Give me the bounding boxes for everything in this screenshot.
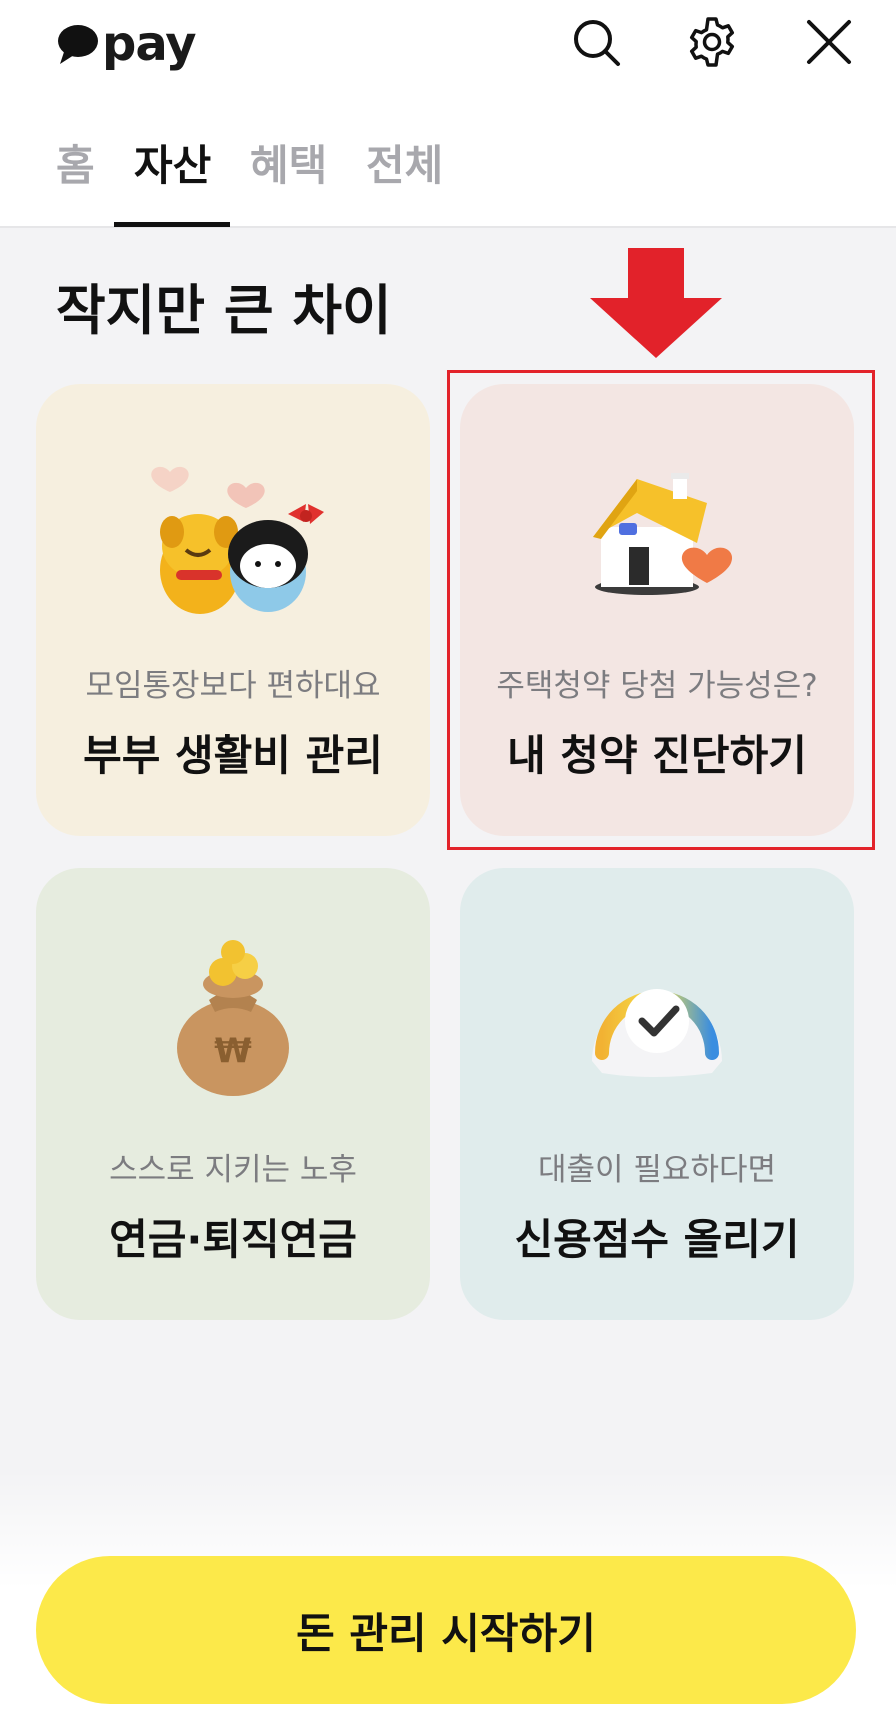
logo-text: pay [102, 16, 197, 72]
card-title: 부부 생활비 관리 [83, 731, 383, 780]
tab-assets[interactable]: 자산 [134, 140, 211, 192]
card-title: 연금·퇴직연금 [109, 1215, 357, 1264]
kakaopay-logo: pay [56, 14, 197, 74]
credit-gauge-icon [460, 926, 854, 1106]
card-couple-budget[interactable]: 모임통장보다 편하대요 부부 생활비 관리 [36, 384, 430, 836]
money-bag-icon: ₩ [36, 926, 430, 1106]
active-tab-indicator [114, 222, 230, 227]
tab-bar: 홈 자산 혜택 전체 [0, 130, 896, 228]
tab-all[interactable]: 전체 [366, 140, 443, 192]
card-subtitle: 모임통장보다 편하대요 [85, 668, 381, 704]
start-money-management-button[interactable]: 돈 관리 시작하기 [36, 1556, 856, 1704]
card-subtitle: 대출이 필요하다면 [537, 1152, 776, 1188]
svg-text:₩: ₩ [214, 1031, 252, 1071]
couple-characters-icon [36, 442, 430, 622]
close-icon [807, 20, 851, 64]
card-subtitle: 스스로 지키는 노후 [109, 1152, 357, 1188]
close-button[interactable] [803, 16, 855, 68]
section-title: 작지만 큰 차이 [56, 279, 392, 342]
app-header: pay 홈 자산 혜택 전체 [0, 0, 896, 228]
settings-button[interactable] [686, 16, 738, 68]
gear-icon [689, 17, 735, 67]
tab-benefits[interactable]: 혜택 [250, 140, 327, 192]
red-arrow-icon [590, 248, 722, 358]
card-pension[interactable]: ₩ 스스로 지키는 노후 연금·퇴직연금 [36, 868, 430, 1320]
search-icon [574, 20, 620, 66]
tab-home[interactable]: 홈 [56, 140, 95, 192]
chat-bubble-icon [58, 25, 98, 64]
card-title: 신용점수 올리기 [514, 1215, 800, 1264]
card-credit-score[interactable]: 대출이 필요하다면 신용점수 올리기 [460, 868, 854, 1320]
highlight-frame [447, 370, 875, 850]
search-button[interactable] [570, 16, 622, 68]
